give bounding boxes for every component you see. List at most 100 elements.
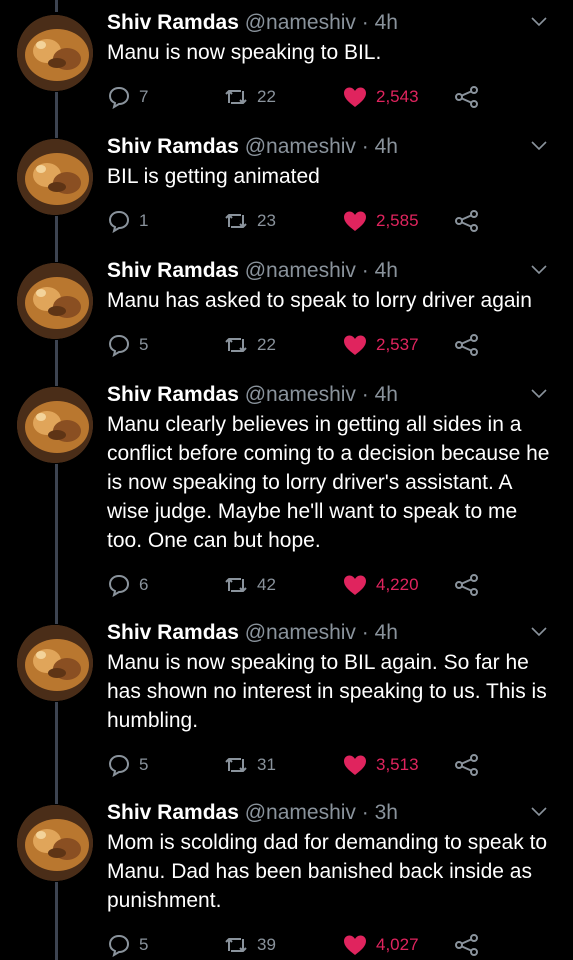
like-count: 4,027 bbox=[376, 935, 419, 954]
reply-icon bbox=[108, 754, 130, 777]
like-count: 2,537 bbox=[376, 335, 419, 354]
thread-line bbox=[55, 882, 58, 960]
reply-count: 5 bbox=[139, 755, 149, 774]
timestamp[interactable]: 4h bbox=[375, 383, 398, 406]
author-name[interactable]: Shiv Ramdas bbox=[107, 259, 239, 282]
chevron-down-icon[interactable] bbox=[531, 806, 547, 818]
separator-dot: · bbox=[361, 383, 369, 406]
like-count: 2,543 bbox=[376, 87, 419, 106]
share-button[interactable] bbox=[454, 331, 480, 359]
separator-dot: · bbox=[361, 259, 369, 282]
share-icon bbox=[455, 574, 478, 596]
retweet-icon bbox=[225, 578, 247, 592]
tweet-actions: 7 22 2,543 bbox=[107, 83, 557, 111]
timestamp[interactable]: 4h bbox=[375, 11, 398, 34]
tweet-thread: Shiv Ramdas @nameshiv · 4h Manu is now s… bbox=[0, 0, 573, 960]
timestamp[interactable]: 4h bbox=[375, 135, 398, 158]
avatar[interactable] bbox=[17, 625, 93, 701]
share-icon bbox=[455, 210, 478, 232]
author-handle[interactable]: @nameshiv bbox=[245, 259, 356, 282]
chevron-down-icon[interactable] bbox=[531, 626, 547, 638]
reply-button[interactable]: 5 bbox=[107, 751, 148, 779]
author-handle[interactable]: @nameshiv bbox=[245, 621, 356, 644]
share-button[interactable] bbox=[454, 207, 480, 235]
tweet-actions: 5 39 4,027 bbox=[107, 931, 557, 959]
retweet-button[interactable]: 22 bbox=[223, 83, 276, 111]
like-count: 4,220 bbox=[376, 575, 419, 594]
tweet-actions: 5 22 2,537 bbox=[107, 331, 557, 359]
timestamp[interactable]: 4h bbox=[375, 621, 398, 644]
retweet-count: 22 bbox=[257, 335, 276, 354]
tweet-actions: 5 31 3,513 bbox=[107, 751, 557, 779]
like-button[interactable]: 4,220 bbox=[342, 571, 419, 599]
avatar[interactable] bbox=[17, 387, 93, 463]
share-button[interactable] bbox=[454, 83, 480, 111]
retweet-count: 39 bbox=[257, 935, 276, 954]
share-icon bbox=[455, 934, 478, 956]
reply-button[interactable]: 6 bbox=[107, 571, 148, 599]
avatar[interactable] bbox=[17, 805, 93, 881]
reply-count: 5 bbox=[139, 335, 149, 354]
avatar[interactable] bbox=[17, 263, 93, 339]
separator-dot: · bbox=[361, 621, 369, 644]
chevron-down-icon[interactable] bbox=[531, 388, 547, 400]
like-button[interactable]: 3,513 bbox=[342, 751, 419, 779]
chevron-down-icon[interactable] bbox=[531, 140, 547, 152]
share-button[interactable] bbox=[454, 931, 480, 959]
author-name[interactable]: Shiv Ramdas bbox=[107, 11, 239, 34]
author-name[interactable]: Shiv Ramdas bbox=[107, 135, 239, 158]
reply-button[interactable]: 5 bbox=[107, 931, 148, 959]
timestamp[interactable]: 3h bbox=[375, 801, 398, 824]
tweet-header: Shiv Ramdas @nameshiv · 4h bbox=[107, 382, 557, 408]
timestamp[interactable]: 4h bbox=[375, 259, 398, 282]
author-handle[interactable]: @nameshiv bbox=[245, 801, 356, 824]
retweet-button[interactable]: 42 bbox=[223, 571, 276, 599]
share-button[interactable] bbox=[454, 751, 480, 779]
retweet-button[interactable]: 23 bbox=[223, 207, 276, 235]
author-handle[interactable]: @nameshiv bbox=[245, 383, 356, 406]
author-name[interactable]: Shiv Ramdas bbox=[107, 621, 239, 644]
thread-line bbox=[55, 216, 58, 262]
reply-button[interactable]: 5 bbox=[107, 331, 148, 359]
tweet-header: Shiv Ramdas @nameshiv · 3h bbox=[107, 800, 557, 826]
like-button[interactable]: 2,543 bbox=[342, 83, 419, 111]
reply-button[interactable]: 7 bbox=[107, 83, 148, 111]
reply-count: 7 bbox=[139, 87, 149, 106]
separator-dot: · bbox=[361, 801, 369, 824]
avatar[interactable] bbox=[17, 15, 93, 91]
retweet-count: 23 bbox=[257, 211, 276, 230]
chevron-down-icon[interactable] bbox=[531, 16, 547, 28]
reply-icon bbox=[108, 334, 130, 357]
heart-icon bbox=[344, 211, 366, 231]
thread-line bbox=[55, 340, 58, 386]
thread-line bbox=[55, 92, 58, 138]
like-button[interactable]: 2,537 bbox=[342, 331, 419, 359]
like-button[interactable]: 4,027 bbox=[342, 931, 419, 959]
author-name[interactable]: Shiv Ramdas bbox=[107, 801, 239, 824]
share-icon bbox=[455, 754, 478, 776]
retweet-icon bbox=[225, 338, 247, 352]
author-handle[interactable]: @nameshiv bbox=[245, 11, 356, 34]
retweet-count: 22 bbox=[257, 87, 276, 106]
heart-icon bbox=[344, 935, 366, 955]
author-handle[interactable]: @nameshiv bbox=[245, 135, 356, 158]
retweet-button[interactable]: 22 bbox=[223, 331, 276, 359]
share-button[interactable] bbox=[454, 571, 480, 599]
heart-icon bbox=[344, 87, 366, 107]
tweet-actions: 1 23 2,585 bbox=[107, 207, 557, 235]
retweet-button[interactable]: 31 bbox=[223, 751, 276, 779]
tweet-actions: 6 42 4,220 bbox=[107, 571, 557, 599]
like-count: 3,513 bbox=[376, 755, 419, 774]
reply-icon bbox=[108, 934, 130, 957]
author-name[interactable]: Shiv Ramdas bbox=[107, 383, 239, 406]
avatar[interactable] bbox=[17, 139, 93, 215]
like-button[interactable]: 2,585 bbox=[342, 207, 419, 235]
tweet-header: Shiv Ramdas @nameshiv · 4h bbox=[107, 620, 557, 646]
retweet-icon bbox=[225, 938, 247, 952]
tweet-text: BIL is getting animated bbox=[107, 165, 320, 188]
heart-icon bbox=[344, 755, 366, 775]
retweet-button[interactable]: 39 bbox=[223, 931, 276, 959]
reply-button[interactable]: 1 bbox=[107, 207, 148, 235]
retweet-icon bbox=[225, 90, 247, 104]
chevron-down-icon[interactable] bbox=[531, 264, 547, 276]
